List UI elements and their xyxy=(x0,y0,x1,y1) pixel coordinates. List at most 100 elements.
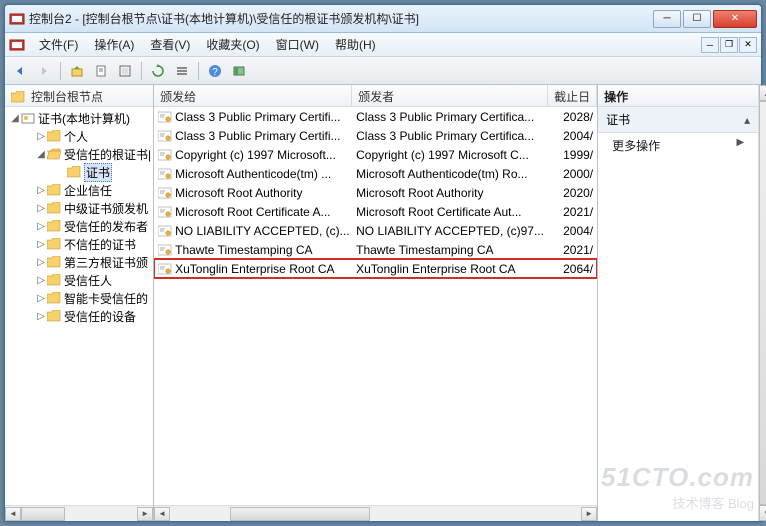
table-row[interactable]: Class 3 Public Primary Certifi... Class … xyxy=(154,107,597,126)
action-more[interactable]: 更多操作 ▶ xyxy=(598,133,758,158)
column-header-issued-to[interactable]: 颁发给 xyxy=(154,85,352,106)
scroll-right-button[interactable]: ► xyxy=(137,507,153,521)
expand-icon[interactable]: ▷ xyxy=(35,203,47,214)
tree-item-label: 受信任的发布者 xyxy=(64,218,148,235)
window-controls: ─ ☐ ✕ xyxy=(653,10,757,28)
menu-favorites[interactable]: 收藏夹(O) xyxy=(198,34,267,55)
scroll-thumb[interactable] xyxy=(759,101,766,505)
expand-icon[interactable]: ▷ xyxy=(35,131,47,142)
tree-body[interactable]: ◢ 证书(本地计算机) ▷个人◢受信任的根证书|证书▷企业信任▷中级证书颁发机▷… xyxy=(5,107,153,505)
expand-icon[interactable]: ▷ xyxy=(35,275,47,286)
table-row[interactable]: Microsoft Root Certificate A... Microsof… xyxy=(154,202,597,221)
column-header-expiration[interactable]: 截止日 xyxy=(548,85,597,106)
menu-view[interactable]: 查看(V) xyxy=(142,34,198,55)
menu-file[interactable]: 文件(F) xyxy=(31,34,86,55)
tree-item[interactable]: ▷智能卡受信任的 xyxy=(5,289,153,307)
table-row[interactable]: NO LIABILITY ACCEPTED, (c)... NO LIABILI… xyxy=(154,221,597,240)
toolbar-separator xyxy=(141,62,142,80)
menu-help[interactable]: 帮助(H) xyxy=(327,34,384,55)
cell-expiration: 1999/ xyxy=(548,148,597,162)
window-title: 控制台2 - [控制台根节点\证书(本地计算机)\受信任的根证书颁发机构\证书] xyxy=(29,10,653,27)
list-body[interactable]: Class 3 Public Primary Certifi... Class … xyxy=(154,107,597,505)
actions-header: 操作 xyxy=(598,85,758,107)
close-button[interactable]: ✕ xyxy=(713,10,757,28)
tree-horizontal-scrollbar[interactable]: ◄ ► xyxy=(5,505,153,521)
toolbar-separator xyxy=(60,62,61,80)
cell-issued-to: Class 3 Public Primary Certifi... xyxy=(154,129,352,143)
expand-icon[interactable]: ▷ xyxy=(35,185,47,196)
refresh-button[interactable] xyxy=(147,60,169,82)
collapse-icon[interactable]: ▴ xyxy=(744,113,750,127)
tree-item-certificates-root[interactable]: ◢ 证书(本地计算机) xyxy=(5,109,153,127)
expand-icon[interactable]: ▷ xyxy=(35,257,47,268)
chevron-right-icon: ▶ xyxy=(736,137,744,154)
scroll-thumb[interactable] xyxy=(21,507,65,521)
tree-item[interactable]: ▷ 受信任的发布者 xyxy=(5,217,153,235)
cell-expiration: 2028/ xyxy=(548,110,597,124)
mdi-restore-button[interactable]: ❐ xyxy=(720,37,738,53)
list-button[interactable] xyxy=(171,60,193,82)
action-label: 更多操作 xyxy=(612,137,660,154)
tree-item[interactable]: ▷企业信任 xyxy=(5,181,153,199)
scroll-left-button[interactable]: ◄ xyxy=(5,507,21,521)
tree-item-label: 个人 xyxy=(64,128,88,145)
tree-item[interactable]: ▷中级证书颁发机 xyxy=(5,199,153,217)
tree-item-label: 受信任的根证书| xyxy=(64,146,151,163)
back-button[interactable] xyxy=(9,60,31,82)
menu-window[interactable]: 窗口(W) xyxy=(268,34,327,55)
cell-issued-by: Class 3 Public Primary Certifica... xyxy=(352,110,548,124)
up-folder-button[interactable] xyxy=(66,60,88,82)
table-row[interactable]: Copyright (c) 1997 Microsoft... Copyrigh… xyxy=(154,145,597,164)
collapse-icon[interactable]: ◢ xyxy=(9,113,21,124)
expand-icon[interactable]: ▷ xyxy=(35,221,47,232)
mdi-close-button[interactable]: ✕ xyxy=(739,37,757,53)
scroll-up-button[interactable]: ▲ xyxy=(759,85,766,101)
scroll-thumb[interactable] xyxy=(230,507,370,521)
mdi-minimize-button[interactable]: ─ xyxy=(701,37,719,53)
column-header-issued-by[interactable]: 颁发者 xyxy=(352,85,548,106)
show-hide-button[interactable] xyxy=(228,60,250,82)
toolbar-separator xyxy=(198,62,199,80)
table-row[interactable]: Microsoft Authenticode(tm) ... Microsoft… xyxy=(154,164,597,183)
tree-item[interactable]: ◢ 受信任的根证书| xyxy=(5,145,153,163)
scroll-right-button[interactable]: ► xyxy=(581,507,597,521)
cell-issued-by: Copyright (c) 1997 Microsoft C... xyxy=(352,148,548,162)
tree-item[interactable]: ▷ 第三方根证书颁 xyxy=(5,253,153,271)
expand-icon[interactable]: ▷ xyxy=(35,239,47,250)
scroll-down-button[interactable]: ▼ xyxy=(759,505,766,521)
cell-issued-to: Copyright (c) 1997 Microsoft... xyxy=(154,148,352,162)
tree-item[interactable]: ▷不信任的证书 xyxy=(5,235,153,253)
tree-item-label: 第三方根证书颁 xyxy=(64,254,148,271)
tree-item[interactable]: ▷受信任人 xyxy=(5,271,153,289)
forward-button[interactable] xyxy=(33,60,55,82)
expand-icon[interactable]: ▷ xyxy=(35,293,47,304)
actions-section-header[interactable]: 证书 ▴ xyxy=(598,107,758,133)
table-row[interactable]: XuTonglin Enterprise Root CA XuTonglin E… xyxy=(154,259,597,278)
list-horizontal-scrollbar[interactable]: ◄ ► xyxy=(154,505,597,521)
help-button[interactable]: ? xyxy=(204,60,226,82)
cell-expiration: 2021/ xyxy=(548,205,597,219)
actions-section-label: 证书 xyxy=(606,111,630,128)
app-window: 控制台2 - [控制台根节点\证书(本地计算机)\受信任的根证书颁发机构\证书]… xyxy=(4,4,762,522)
export-button[interactable] xyxy=(114,60,136,82)
table-row[interactable]: Thawte Timestamping CA Thawte Timestampi… xyxy=(154,240,597,259)
table-row[interactable]: Class 3 Public Primary Certifi... Class … xyxy=(154,126,597,145)
cell-issued-to: NO LIABILITY ACCEPTED, (c)... xyxy=(154,224,352,238)
tree-item[interactable]: ▷受信任的设备 xyxy=(5,307,153,325)
expand-icon[interactable]: ▷ xyxy=(35,311,47,322)
actions-vertical-scrollbar[interactable]: ▲ ▼ xyxy=(758,85,766,521)
collapse-icon[interactable]: ◢ xyxy=(35,149,47,160)
properties-button[interactable] xyxy=(90,60,112,82)
menu-action[interactable]: 操作(A) xyxy=(86,34,142,55)
tree-item[interactable]: ▷ 个人 xyxy=(5,127,153,145)
tree-item[interactable]: 证书 xyxy=(5,163,153,181)
tree-header[interactable]: 控制台根节点 xyxy=(5,85,153,107)
list-header: 颁发给 颁发者 截止日 xyxy=(154,85,597,107)
cell-issued-by: Class 3 Public Primary Certifica... xyxy=(352,129,548,143)
cell-issued-to: Microsoft Authenticode(tm) ... xyxy=(154,167,352,181)
scroll-left-button[interactable]: ◄ xyxy=(154,507,170,521)
maximize-button[interactable]: ☐ xyxy=(683,10,711,28)
cell-expiration: 2020/ xyxy=(548,186,597,200)
minimize-button[interactable]: ─ xyxy=(653,10,681,28)
table-row[interactable]: Microsoft Root Authority Microsoft Root … xyxy=(154,183,597,202)
